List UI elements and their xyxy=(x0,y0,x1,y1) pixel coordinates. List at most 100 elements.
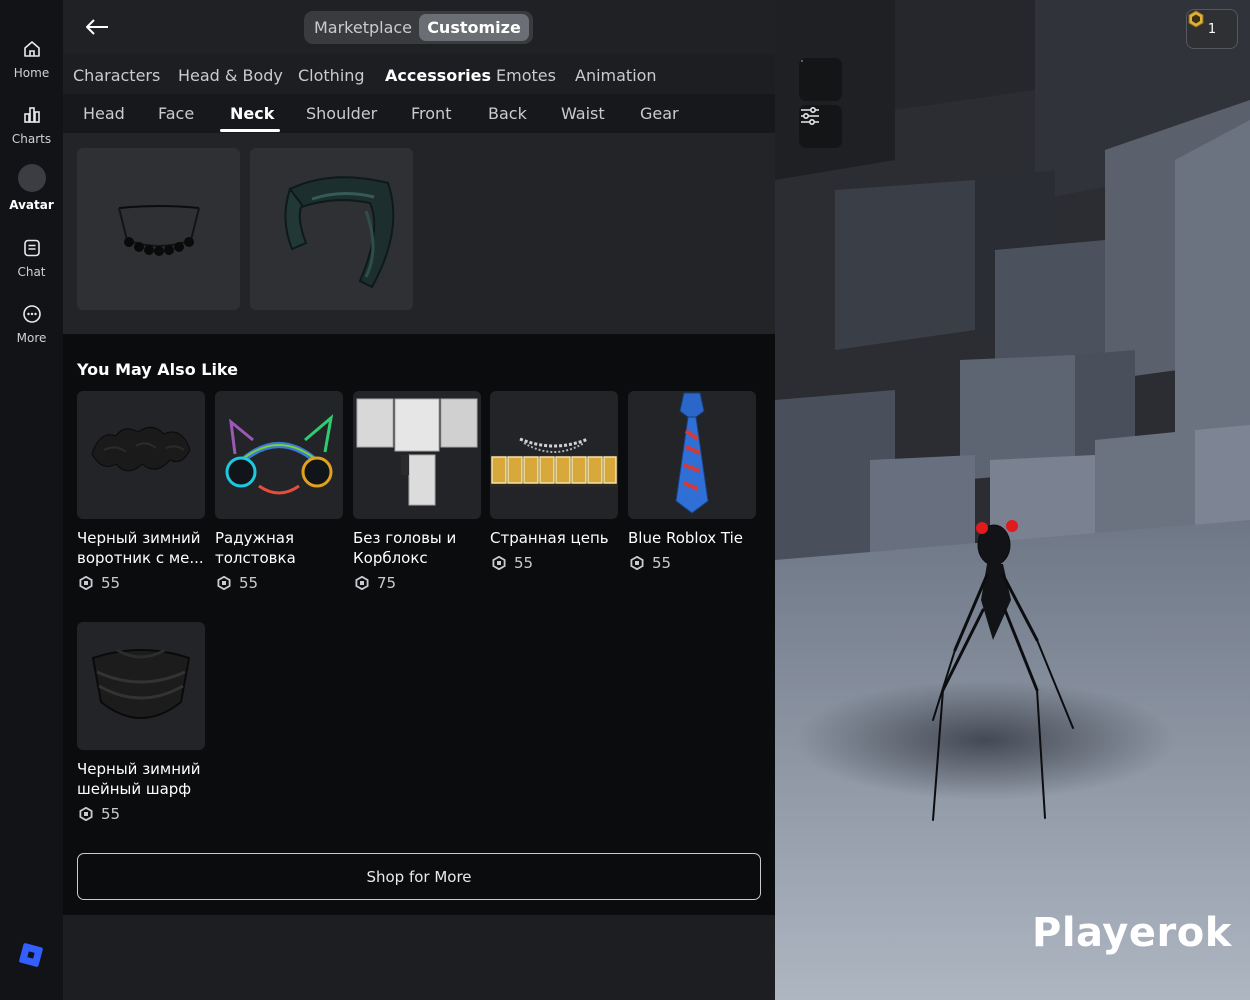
active-tab-underline xyxy=(220,129,280,132)
subcategory-tab-face[interactable]: Face xyxy=(158,104,194,123)
item-thumbnail xyxy=(77,391,205,519)
item-name: Радужная толстовка xyxy=(215,529,296,567)
item-price-value: 55 xyxy=(652,554,672,572)
black-fur-collar-icon xyxy=(91,427,191,472)
marketplace-tab[interactable]: Marketplace xyxy=(308,14,418,41)
recommended-item-card[interactable]: Странная цепь 55 xyxy=(490,391,618,572)
owned-item-card[interactable] xyxy=(77,148,240,310)
subcategory-tab-head[interactable]: Head xyxy=(83,104,125,123)
roblox-logo-icon[interactable] xyxy=(19,943,43,967)
sliders-icon xyxy=(801,106,819,126)
chat-icon xyxy=(21,237,43,259)
nav-item-avatar[interactable]: Avatar xyxy=(0,164,63,224)
nav-label-home: Home xyxy=(13,66,50,80)
dot-icon xyxy=(801,60,803,62)
nav-item-home[interactable]: Home xyxy=(0,34,63,94)
dark-teal-scarf-icon xyxy=(284,176,394,289)
robux-icon xyxy=(630,556,644,570)
recommended-item-card[interactable]: Черный зимний шейный шарф 55 xyxy=(77,622,205,823)
owned-items-grid xyxy=(63,133,775,334)
more-icon xyxy=(21,303,43,325)
panel-footer xyxy=(63,915,775,1000)
item-price: 55 xyxy=(215,574,343,592)
item-price: 55 xyxy=(490,554,618,572)
blue-roblox-tie-icon xyxy=(675,392,709,514)
subcategory-tab-back[interactable]: Back xyxy=(488,104,527,123)
freaky-chain-icon xyxy=(490,437,618,487)
avatar-editor-panel: Marketplace Customize Characters Head & … xyxy=(63,0,775,1000)
item-price: 75 xyxy=(353,574,481,592)
item-name: Черный зимний шейный шарф xyxy=(77,760,201,798)
rainbow-headphones-icon xyxy=(225,414,334,495)
home-icon xyxy=(21,38,43,60)
back-arrow-icon[interactable] xyxy=(83,14,111,40)
nav-label-more: More xyxy=(16,331,47,345)
item-thumbnail xyxy=(215,391,343,519)
item-name: Черный зимний воротник с ме... xyxy=(77,529,204,567)
top-bar: Marketplace Customize xyxy=(63,0,775,54)
item-price-value: 55 xyxy=(514,554,534,572)
robux-icon xyxy=(79,807,93,821)
recommended-item-card[interactable]: Без головы и Корблокс 75 xyxy=(353,391,481,592)
camera-toggle-button[interactable] xyxy=(799,58,842,101)
nav-label-avatar: Avatar xyxy=(9,198,54,212)
watermark-text: Playerok xyxy=(1032,910,1232,956)
robux-icon xyxy=(355,576,369,590)
recommended-item-card[interactable]: Черный зимний воротник с ме... 55 xyxy=(77,391,205,592)
filter-settings-button[interactable] xyxy=(799,105,842,148)
item-price-value: 55 xyxy=(101,574,121,592)
recommendations-title: You May Also Like xyxy=(77,360,238,379)
charts-icon xyxy=(21,104,43,126)
app-root: Home Charts Avatar Chat More Marketplace… xyxy=(0,0,1250,1000)
recommendations-section: You May Also Like Черный зимний воротник… xyxy=(63,334,775,915)
black-neck-scarf-icon xyxy=(91,648,191,719)
item-thumbnail xyxy=(628,391,756,519)
recommended-item-card[interactable]: Blue Roblox Tie 55 xyxy=(628,391,756,572)
mode-segmented-control: Marketplace Customize xyxy=(304,11,533,44)
robux-balance-button[interactable]: 1 xyxy=(1186,9,1238,49)
avatar-3d-viewport[interactable]: 1 Playerok xyxy=(775,0,1250,1000)
category-tabs: Characters Head & Body Clothing Accessor… xyxy=(63,54,775,94)
nav-label-charts: Charts xyxy=(11,132,52,146)
item-price: 55 xyxy=(628,554,756,572)
subcategory-tab-waist[interactable]: Waist xyxy=(561,104,605,123)
nav-label-chat: Chat xyxy=(17,265,46,279)
robux-icon xyxy=(1188,10,1204,28)
category-tab-emotes[interactable]: Emotes xyxy=(496,66,556,85)
left-nav: Home Charts Avatar Chat More xyxy=(0,0,63,1000)
robux-balance-value: 1 xyxy=(1207,21,1217,37)
item-price: 55 xyxy=(77,574,205,592)
scene-background xyxy=(775,0,1250,1000)
robux-icon xyxy=(79,576,93,590)
nav-item-chat[interactable]: Chat xyxy=(0,233,63,293)
subcategory-tab-front[interactable]: Front xyxy=(411,104,451,123)
recommended-item-card[interactable]: Радужная толстовка 55 xyxy=(215,391,343,592)
item-price-value: 75 xyxy=(377,574,397,592)
category-tab-head-body[interactable]: Head & Body xyxy=(178,66,283,85)
subcategory-tab-gear[interactable]: Gear xyxy=(640,104,679,123)
black-star-necklace-icon xyxy=(117,205,200,256)
category-tab-animation[interactable]: Animation xyxy=(575,66,657,85)
item-price-value: 55 xyxy=(239,574,259,592)
shop-for-more-button[interactable]: Shop for More xyxy=(77,853,761,900)
item-name: Без головы и Корблокс xyxy=(353,529,457,567)
subcategory-tab-shoulder[interactable]: Shoulder xyxy=(306,104,377,123)
subcategory-tabs: Head Face Neck Shoulder Front Back Waist… xyxy=(63,94,775,133)
item-price-value: 55 xyxy=(101,805,121,823)
category-tab-accessories[interactable]: Accessories xyxy=(385,66,491,85)
item-thumbnail xyxy=(353,391,481,519)
item-name: Странная цепь xyxy=(490,529,609,547)
category-tab-clothing[interactable]: Clothing xyxy=(298,66,365,85)
owned-item-card[interactable] xyxy=(250,148,413,310)
robux-icon xyxy=(492,556,506,570)
avatar-icon xyxy=(17,164,46,192)
nav-item-more[interactable]: More xyxy=(0,299,63,359)
subcategory-tab-neck[interactable]: Neck xyxy=(230,104,274,123)
nav-item-charts[interactable]: Charts xyxy=(0,100,63,160)
item-price: 55 xyxy=(77,805,205,823)
category-tab-characters[interactable]: Characters xyxy=(73,66,160,85)
item-thumbnail xyxy=(77,622,205,750)
item-name: Blue Roblox Tie xyxy=(628,529,744,547)
customize-tab[interactable]: Customize xyxy=(419,14,529,41)
item-thumbnail xyxy=(490,391,618,519)
